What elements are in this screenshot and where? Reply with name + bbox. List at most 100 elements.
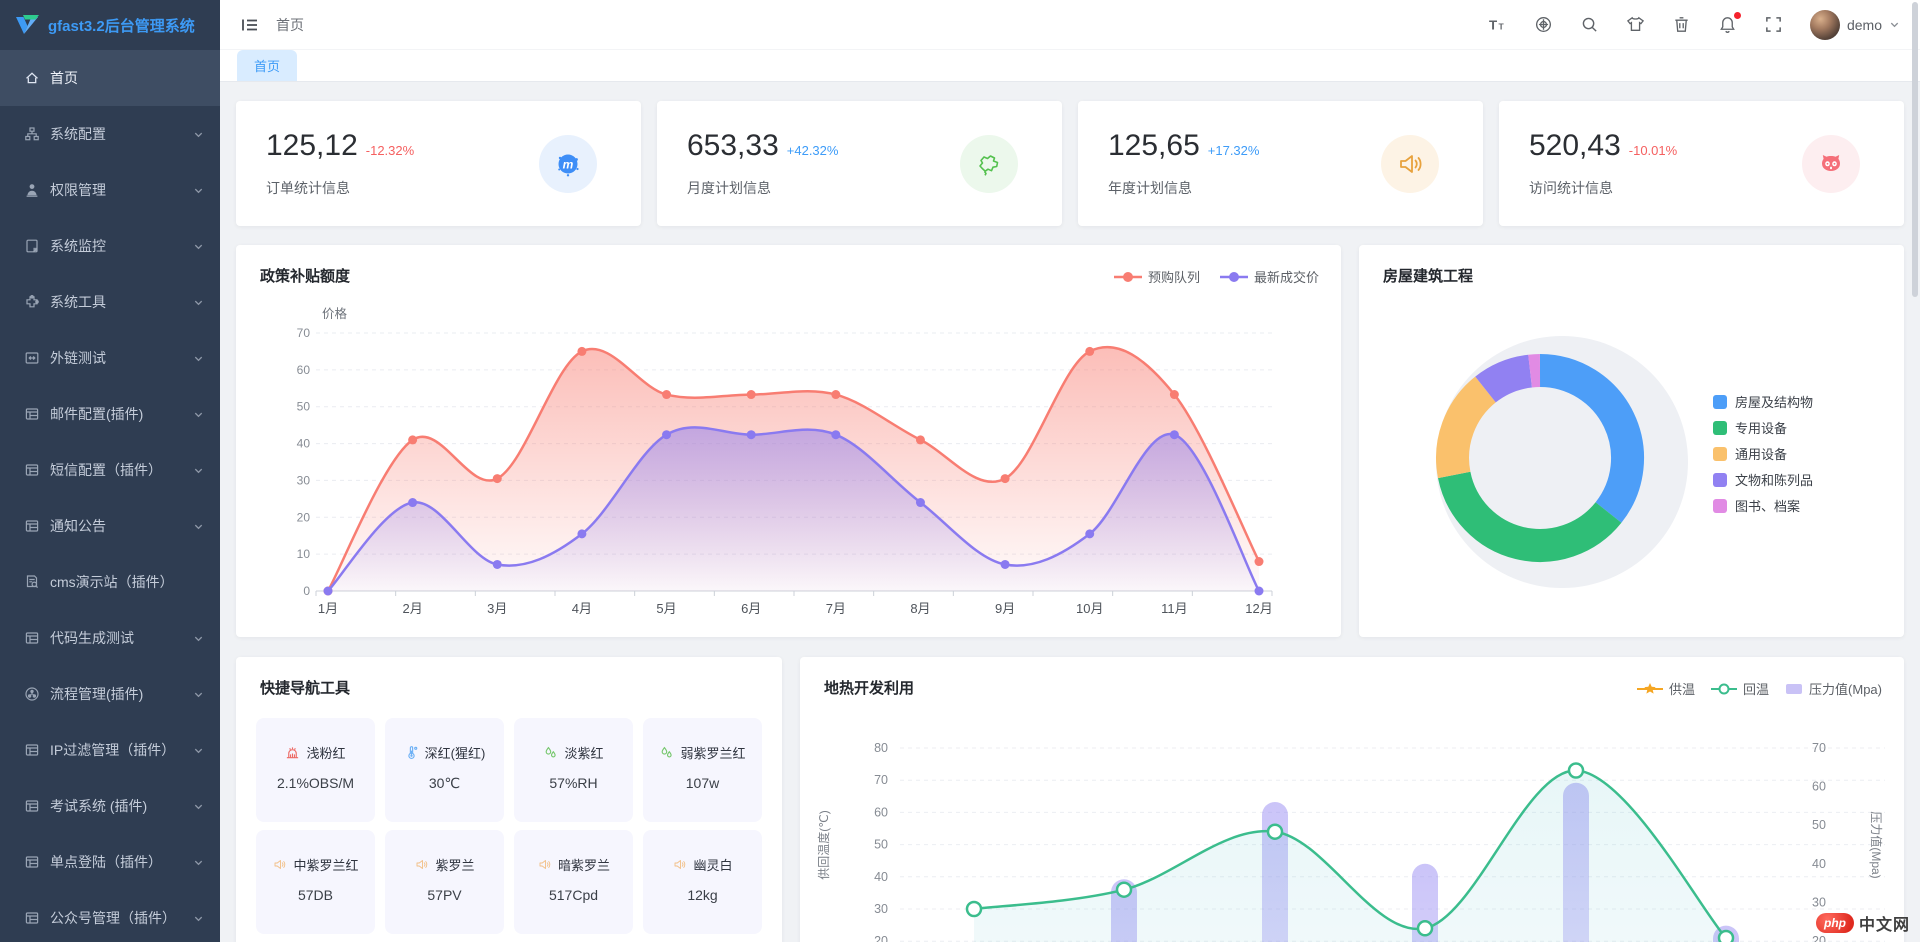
quick-nav-item-title: 浅粉红 bbox=[256, 743, 375, 762]
quick-nav-item[interactable]: 幽灵白12kg bbox=[643, 830, 762, 934]
collapse-menu-icon[interactable] bbox=[240, 15, 260, 35]
quick-nav-item-value: 30℃ bbox=[385, 775, 504, 792]
svg-text:30: 30 bbox=[297, 473, 311, 487]
svg-text:文物和陈列品: 文物和陈列品 bbox=[1735, 473, 1813, 488]
speaker-icon bbox=[537, 857, 552, 872]
stat-value: 653,33 bbox=[687, 129, 779, 163]
sidebar-item-label: 通知公告 bbox=[50, 516, 193, 536]
octocat-icon bbox=[1816, 149, 1846, 179]
sidebar-item-label: 权限管理 bbox=[50, 180, 193, 200]
sidebar-item-label: 短信配置（插件） bbox=[50, 460, 193, 480]
sidebar-item-label: 邮件配置(插件) bbox=[50, 404, 193, 424]
watermark: php 中文网 bbox=[1816, 911, 1910, 935]
stat-icon-circle bbox=[1802, 135, 1860, 193]
dam-icon bbox=[285, 745, 300, 760]
svg-text:3月: 3月 bbox=[487, 601, 507, 616]
sidebar-item[interactable]: 短信配置（插件） bbox=[0, 442, 220, 498]
quick-nav-item-title: 中紫罗兰红 bbox=[256, 855, 375, 874]
legend-item[interactable]: 预购队列 bbox=[1114, 267, 1200, 286]
sidebar-item[interactable]: 系统配置 bbox=[0, 106, 220, 162]
legend-item[interactable]: 最新成交价 bbox=[1220, 267, 1319, 286]
sidebar-item[interactable]: 系统工具 bbox=[0, 274, 220, 330]
chart-legend: 供温回温压力值(Mpa) bbox=[1637, 679, 1882, 698]
theme-icon[interactable] bbox=[1626, 15, 1645, 34]
chart-title: 地热开发利用 bbox=[824, 677, 914, 698]
quick-nav-item[interactable]: 暗紫罗兰517Cpd bbox=[514, 830, 633, 934]
fullscreen-icon[interactable] bbox=[1764, 15, 1783, 34]
quick-nav-item[interactable]: 中紫罗兰红 57DB bbox=[256, 830, 375, 934]
sidebar-item[interactable]: 系统监控 bbox=[0, 218, 220, 274]
app-logo[interactable]: gfast3.2后台管理系统 bbox=[0, 0, 220, 50]
sidebar-item-label: 系统配置 bbox=[50, 124, 193, 144]
svg-text:70: 70 bbox=[874, 773, 888, 787]
quick-nav-item[interactable]: 浅粉红2.1%OBS/M bbox=[256, 718, 375, 822]
quick-nav-item[interactable]: 深红(猩红)30℃ bbox=[385, 718, 504, 822]
stat-change: +42.32% bbox=[787, 143, 839, 158]
sidebar-item-label: 单点登陆（插件） bbox=[50, 852, 193, 872]
tab-home[interactable]: 首页 bbox=[237, 50, 297, 81]
quick-nav-item[interactable]: 淡紫红57%RH bbox=[514, 718, 633, 822]
sidebar-item-label: cms演示站（插件） bbox=[50, 572, 204, 592]
sidebar-item-label: 首页 bbox=[50, 68, 204, 88]
quick-nav-item-value: 107w bbox=[643, 775, 762, 791]
stat-card-text: 520,43-10.01%访问统计信息 bbox=[1529, 129, 1677, 198]
user-menu[interactable]: demo bbox=[1810, 10, 1900, 40]
svg-text:40: 40 bbox=[297, 437, 311, 451]
search-icon[interactable] bbox=[1580, 15, 1599, 34]
svg-text:30: 30 bbox=[1812, 895, 1826, 909]
china-map-icon bbox=[974, 149, 1004, 179]
legend-item[interactable]: 回温 bbox=[1711, 679, 1769, 698]
sidebar-item-label: 代码生成测试 bbox=[50, 628, 193, 648]
sidebar-item-label: 考试系统 (插件) bbox=[50, 796, 193, 816]
sidebar-item[interactable]: 单点登陆（插件） bbox=[0, 834, 220, 890]
legend-item[interactable]: 压力值(Mpa) bbox=[1785, 679, 1882, 698]
trash-icon[interactable] bbox=[1672, 15, 1691, 34]
chevron-down-icon bbox=[193, 633, 204, 644]
translate-icon[interactable] bbox=[1534, 15, 1553, 34]
stat-icon-circle bbox=[960, 135, 1018, 193]
window-icon bbox=[24, 406, 40, 422]
svg-text:11月: 11月 bbox=[1161, 601, 1188, 616]
sidebar-item-label: 系统工具 bbox=[50, 292, 193, 312]
font-size-icon[interactable]: TT bbox=[1488, 15, 1507, 34]
stat-card: 125,12-12.32%订单统计信息m bbox=[236, 101, 641, 226]
svg-text:压力值(Mpa): 压力值(Mpa) bbox=[1869, 811, 1884, 878]
window-icon bbox=[24, 854, 40, 870]
logo-icon bbox=[14, 14, 40, 36]
sidebar-item[interactable]: 首页 bbox=[0, 50, 220, 106]
scrollbar-thumb[interactable] bbox=[1912, 2, 1918, 297]
notification-badge bbox=[1734, 12, 1741, 19]
sidebar-item[interactable]: 流程管理(插件) bbox=[0, 666, 220, 722]
sidebar-item[interactable]: cms演示站（插件） bbox=[0, 554, 220, 610]
window-icon bbox=[24, 798, 40, 814]
chevron-down-icon bbox=[193, 913, 204, 924]
sidebar-item[interactable]: 公众号管理（插件） bbox=[0, 890, 220, 942]
svg-text:T: T bbox=[1489, 17, 1497, 32]
svg-text:供回温度(℃): 供回温度(℃) bbox=[816, 810, 831, 879]
quick-nav-item-value: 12kg bbox=[643, 887, 762, 903]
sidebar-item[interactable]: 外链测试 bbox=[0, 330, 220, 386]
sidebar-menu: 首页系统配置权限管理系统监控系统工具外链测试邮件配置(插件) 短信配置（插件） 通知… bbox=[0, 50, 220, 942]
quick-nav-item-value: 57DB bbox=[256, 887, 375, 903]
sidebar-item[interactable]: 通知公告 bbox=[0, 498, 220, 554]
stat-card: 125,65+17.32%年度计划信息 bbox=[1078, 101, 1483, 226]
sidebar-item[interactable]: 权限管理 bbox=[0, 162, 220, 218]
svg-text:12月: 12月 bbox=[1245, 601, 1272, 616]
sidebar-item[interactable]: IP过滤管理（插件） bbox=[0, 722, 220, 778]
window-icon bbox=[24, 630, 40, 646]
php-badge: php bbox=[1816, 913, 1854, 933]
quick-nav-item[interactable]: 紫罗兰57PV bbox=[385, 830, 504, 934]
svg-text:60: 60 bbox=[1812, 780, 1826, 794]
legend-item[interactable]: 供温 bbox=[1637, 679, 1695, 698]
quick-nav-item-value: 517Cpd bbox=[514, 887, 633, 903]
bell-icon[interactable] bbox=[1718, 15, 1737, 34]
breadcrumb[interactable]: 首页 bbox=[276, 15, 304, 35]
sidebar-item[interactable]: 考试系统 (插件) bbox=[0, 778, 220, 834]
geothermal-chart-card: 地热开发利用 供温回温压力值(Mpa) 80706050403020706050… bbox=[800, 657, 1904, 942]
sidebar-item[interactable]: 邮件配置(插件) bbox=[0, 386, 220, 442]
stat-label: 订单统计信息 bbox=[266, 178, 414, 198]
window-icon bbox=[24, 462, 40, 478]
quick-nav-item[interactable]: 弱紫罗兰红107w bbox=[643, 718, 762, 822]
sidebar-item[interactable]: 代码生成测试 bbox=[0, 610, 220, 666]
tree-icon bbox=[24, 126, 40, 142]
